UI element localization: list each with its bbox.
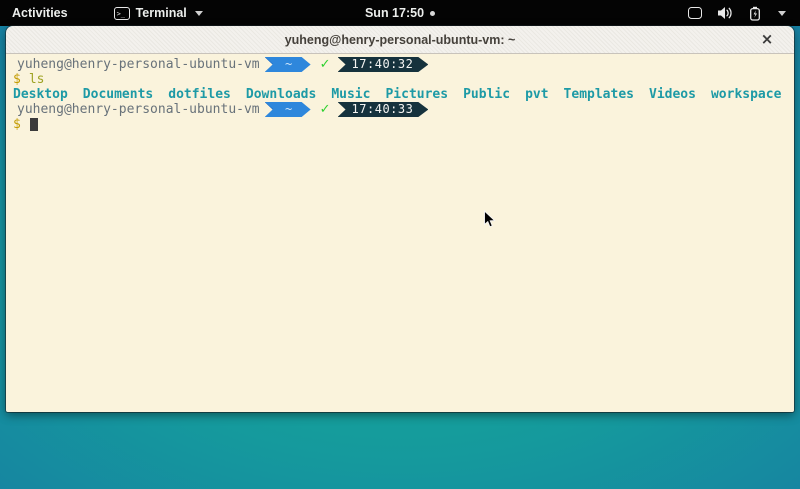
prompt-user: yuheng@henry-personal-ubuntu-vm [17, 57, 260, 72]
top-bar: Activities >_ Terminal Sun 17:50 [0, 0, 800, 26]
system-tray[interactable] [674, 0, 800, 26]
app-menu-label: Terminal [136, 6, 187, 20]
terminal-icon: >_ [114, 7, 130, 20]
chevron-down-icon [778, 11, 786, 16]
cwd-badge: ~ [265, 102, 311, 117]
command-line: $ ls [7, 72, 793, 87]
close-icon[interactable]: × [758, 31, 776, 49]
status-check-icon: ✓ [320, 102, 331, 117]
notification-dot-icon [430, 11, 435, 16]
terminal-content[interactable]: yuheng@henry-personal-ubuntu-vm ~ ✓ 17:4… [6, 54, 794, 412]
app-menu-terminal[interactable]: >_ Terminal [108, 0, 209, 26]
text-cursor [30, 118, 38, 131]
mouse-cursor [483, 210, 496, 229]
prompt-symbol: $ [13, 72, 21, 87]
volume-icon [717, 6, 734, 20]
prompt-user: yuheng@henry-personal-ubuntu-vm [17, 102, 260, 117]
window-title: yuheng@henry-personal-ubuntu-vm: ~ [285, 33, 516, 47]
command-text: ls [29, 72, 45, 87]
status-check-icon: ✓ [320, 57, 331, 72]
clock[interactable]: Sun 17:50 [365, 6, 424, 20]
screen-icon [688, 7, 702, 19]
activities-button[interactable]: Activities [0, 0, 80, 26]
directory-item: dotfiles [168, 87, 231, 102]
directory-item: Desktop [13, 87, 68, 102]
directory-item: Videos [649, 87, 696, 102]
input-line[interactable]: $ [7, 117, 793, 132]
directory-item: Downloads [246, 87, 316, 102]
directory-item: Public [463, 87, 510, 102]
terminal-window: yuheng@henry-personal-ubuntu-vm: ~ × yuh… [6, 26, 794, 412]
prompt-symbol: $ [13, 117, 21, 132]
directory-item: Pictures [385, 87, 448, 102]
time-badge: 17:40:33 [338, 102, 429, 117]
prompt-line: yuheng@henry-personal-ubuntu-vm ~ ✓ 17:4… [7, 57, 793, 72]
time-badge: 17:40:32 [338, 57, 429, 72]
directory-item: workspace [711, 87, 781, 102]
directory-item: Templates [564, 87, 634, 102]
prompt-line: yuheng@henry-personal-ubuntu-vm ~ ✓ 17:4… [7, 102, 793, 117]
cwd-badge: ~ [265, 57, 311, 72]
ls-output-row: Desktop Documents dotfiles Downloads Mus… [7, 87, 793, 102]
battery-charging-icon [749, 6, 761, 21]
window-titlebar[interactable]: yuheng@henry-personal-ubuntu-vm: ~ × [6, 26, 794, 54]
directory-item: pvt [525, 87, 548, 102]
directory-item: Documents [83, 87, 153, 102]
chevron-down-icon [195, 11, 203, 16]
directory-item: Music [331, 87, 370, 102]
